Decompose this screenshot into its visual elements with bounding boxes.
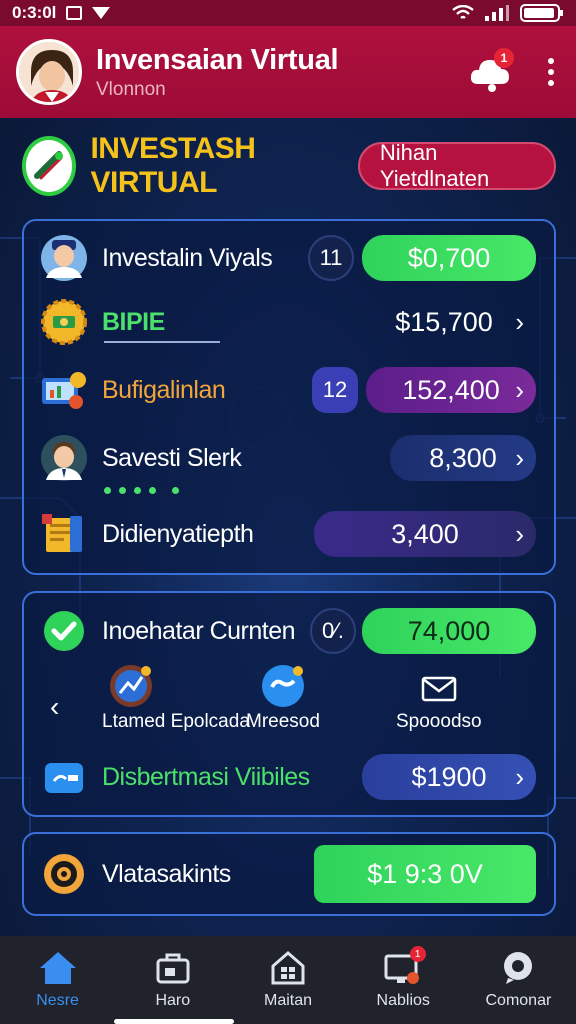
current-investment-card: Inoehatar Curnten 0⁄. 74,000 ‹ Ltamed Ep… [22,591,556,817]
page-dots [104,487,179,494]
chart-badge-icon [110,665,152,707]
row-label: Vlatasakints [102,859,231,888]
logo-icon [22,136,77,196]
link-label: Spooodso [396,711,482,732]
list-item[interactable]: Savesti Slerk 8,300 › [24,429,554,487]
person-icon [40,434,88,482]
chat-icon [504,952,533,984]
status-time: 0:3:0l [12,3,57,22]
list-item[interactable]: Vlatasakints $1 9:3 0V [24,844,554,904]
row-label: Didienyatiepth [102,519,254,548]
section-title: INVESTASH VIRTUAL [90,132,256,199]
wifi-icon [452,5,474,19]
section-action-button[interactable]: Nihan Yietdlnaten [357,140,557,191]
row-label: Disbertmasi Viibiles [102,762,310,791]
row-value: 8,300 [390,435,536,481]
link-item[interactable]: Ltamed Epolcada [102,663,250,733]
mail-icon [421,676,457,702]
nav-label: Maitan [263,992,313,1009]
section-header: INVESTASH VIRTUAL Nihan Yietdlnaten [22,132,557,199]
home-icon [39,952,76,984]
house-grid-icon [271,951,305,985]
location-icon [92,7,111,19]
link-item[interactable]: Spooodso [396,669,482,733]
avatar[interactable] [16,39,82,105]
row-label: BIPIE [102,307,165,336]
bottom-navigation: Nesre Haro Maitan 1 Nablios Comonar [0,936,576,1024]
nav-label: Nablios [376,992,430,1009]
nav-label: Haro [155,992,191,1009]
row-label: Inoehatar Curnten [102,616,296,645]
chevron-right-icon: › [515,518,524,549]
row-label: Savesti Slerk [102,443,242,472]
home-indicator [114,1019,234,1024]
list-item[interactable]: Didienyatiepth 3,400 › [24,505,554,563]
list-item[interactable]: Bufigalinlan 12 152,400 › [24,361,554,419]
nav-label: Nesre [36,992,79,1009]
row-label: Bufigalinlan [102,375,226,404]
chevron-right-icon: › [515,442,524,473]
list-item[interactable]: Investalin Viyals 11 $0,700 [24,229,554,287]
app-title: Invensaian Virtual [96,43,339,76]
row-value: $1 9:3 0V [314,845,536,903]
check-circle-icon [40,607,88,655]
chevron-right-icon: › [515,374,524,405]
row-label: Investalin Viyals [102,243,273,272]
link-item[interactable]: Mreesod [246,663,320,733]
notebook-icon [40,510,88,558]
battery-icon [520,4,563,22]
nav-badge: 1 [409,946,426,962]
row-value: 74,000 [362,608,536,654]
nav-label: Comonar [485,992,552,1009]
person-icon [40,234,88,282]
row-value: 152,400 [366,367,536,413]
chart-icon [40,366,88,414]
sim-icon [66,6,83,20]
count-chip: 11 [308,235,354,281]
nav-item-nablios[interactable]: 1 Nablios [346,936,461,1024]
row-value: $1900 [362,754,536,800]
link-label: Ltamed Epolcada [102,711,250,732]
count-chip: 12 [312,367,358,413]
notification-button[interactable]: 1 [468,48,514,94]
nav-item-maitan[interactable]: Maitan [230,936,345,1024]
chevron-left-icon[interactable]: ‹ [50,691,59,723]
app-subtitle: Vlonnon [96,78,166,100]
target-icon [40,850,88,898]
status-bar: 0:3:0l [0,0,576,26]
wallet-icon [40,753,88,801]
row-value: 3,400 [314,511,536,557]
link-label: Mreesod [246,711,320,732]
list-item[interactable]: Inoehatar Curnten 0⁄. 74,000 [24,603,554,659]
nav-item-haro[interactable]: Haro [115,936,230,1024]
app-bar: Invensaian Virtual Vlonnon 1 [0,26,576,118]
nav-item-home[interactable]: Nesre [0,936,115,1024]
summary-card: Vlatasakints $1 9:3 0V [22,832,556,916]
notification-badge: 1 [494,48,514,68]
nav-item-comonar[interactable]: Comonar [461,936,576,1024]
briefcase-icon [156,953,190,984]
count-chip: 0⁄. [310,608,356,654]
gear-coin-icon [40,298,88,346]
divider [104,341,220,343]
row-value: $0,700 [362,235,536,281]
row-value: $15,700 [395,306,493,337]
more-vert-icon[interactable] [542,54,560,90]
chevron-right-icon: › [515,306,524,337]
signal-icon [485,5,509,21]
chevron-right-icon: › [515,761,524,792]
list-item[interactable]: Disbertmasi Viibiles $1900 › [24,749,554,805]
portfolio-card: Investalin Viyals 11 $0,700 BIPIE $15,70… [22,219,556,575]
link-badge-icon [261,665,304,707]
